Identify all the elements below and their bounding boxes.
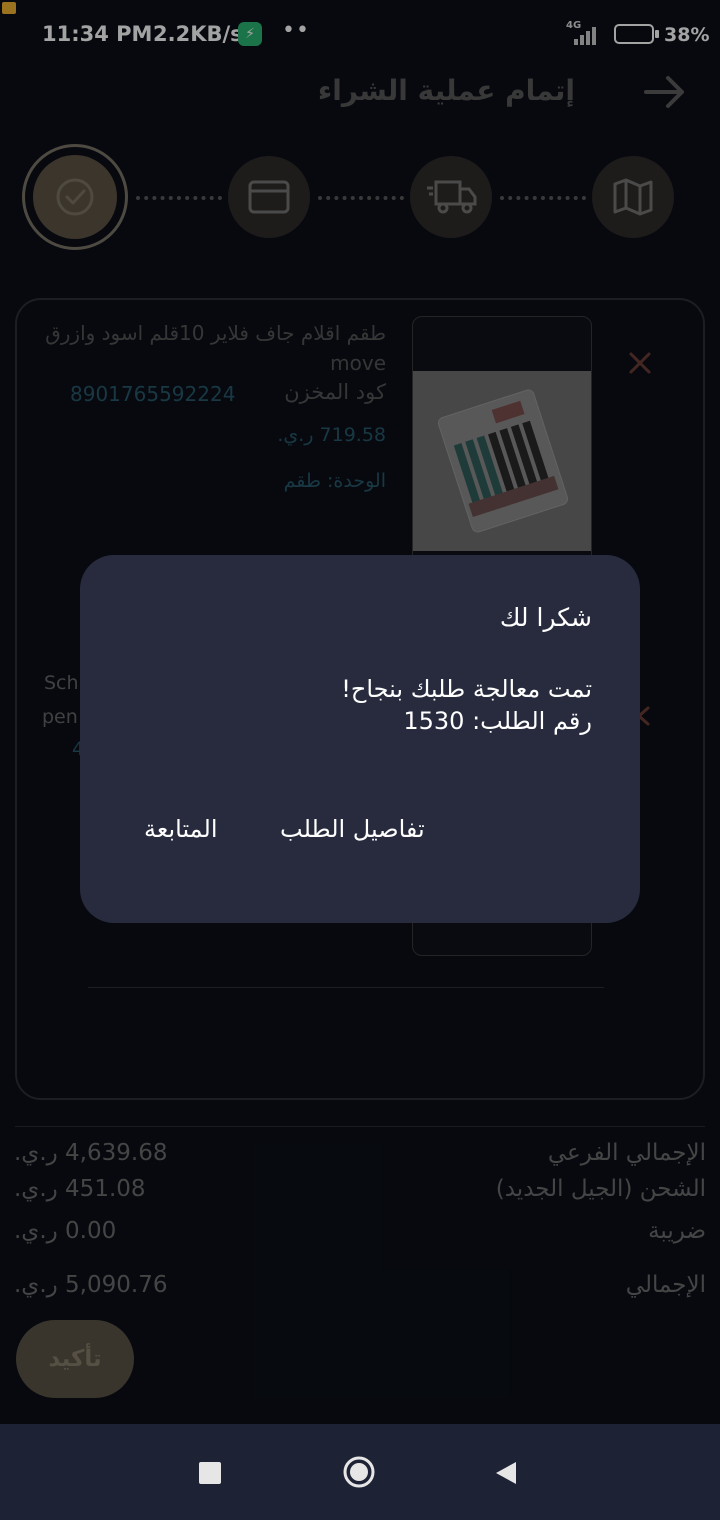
back-triangle-icon[interactable] bbox=[494, 1460, 518, 1486]
dialog-message-line: تمت معالجة طلبك بنجاح! bbox=[341, 675, 592, 703]
order-number: رقم الطلب: 1530 bbox=[403, 707, 592, 735]
dialog-message: تمت معالجة طلبك بنجاح! رقم الطلب: 1530 bbox=[341, 673, 592, 737]
home-icon[interactable] bbox=[342, 1455, 376, 1489]
dialog-title: شكرا لك bbox=[499, 603, 592, 632]
order-details-button[interactable]: تفاصيل الطلب bbox=[280, 815, 425, 843]
order-success-dialog: شكرا لك تمت معالجة طلبك بنجاح! رقم الطلب… bbox=[80, 555, 640, 923]
continue-button[interactable]: المتابعة bbox=[144, 815, 218, 843]
recents-icon[interactable] bbox=[199, 1462, 221, 1484]
